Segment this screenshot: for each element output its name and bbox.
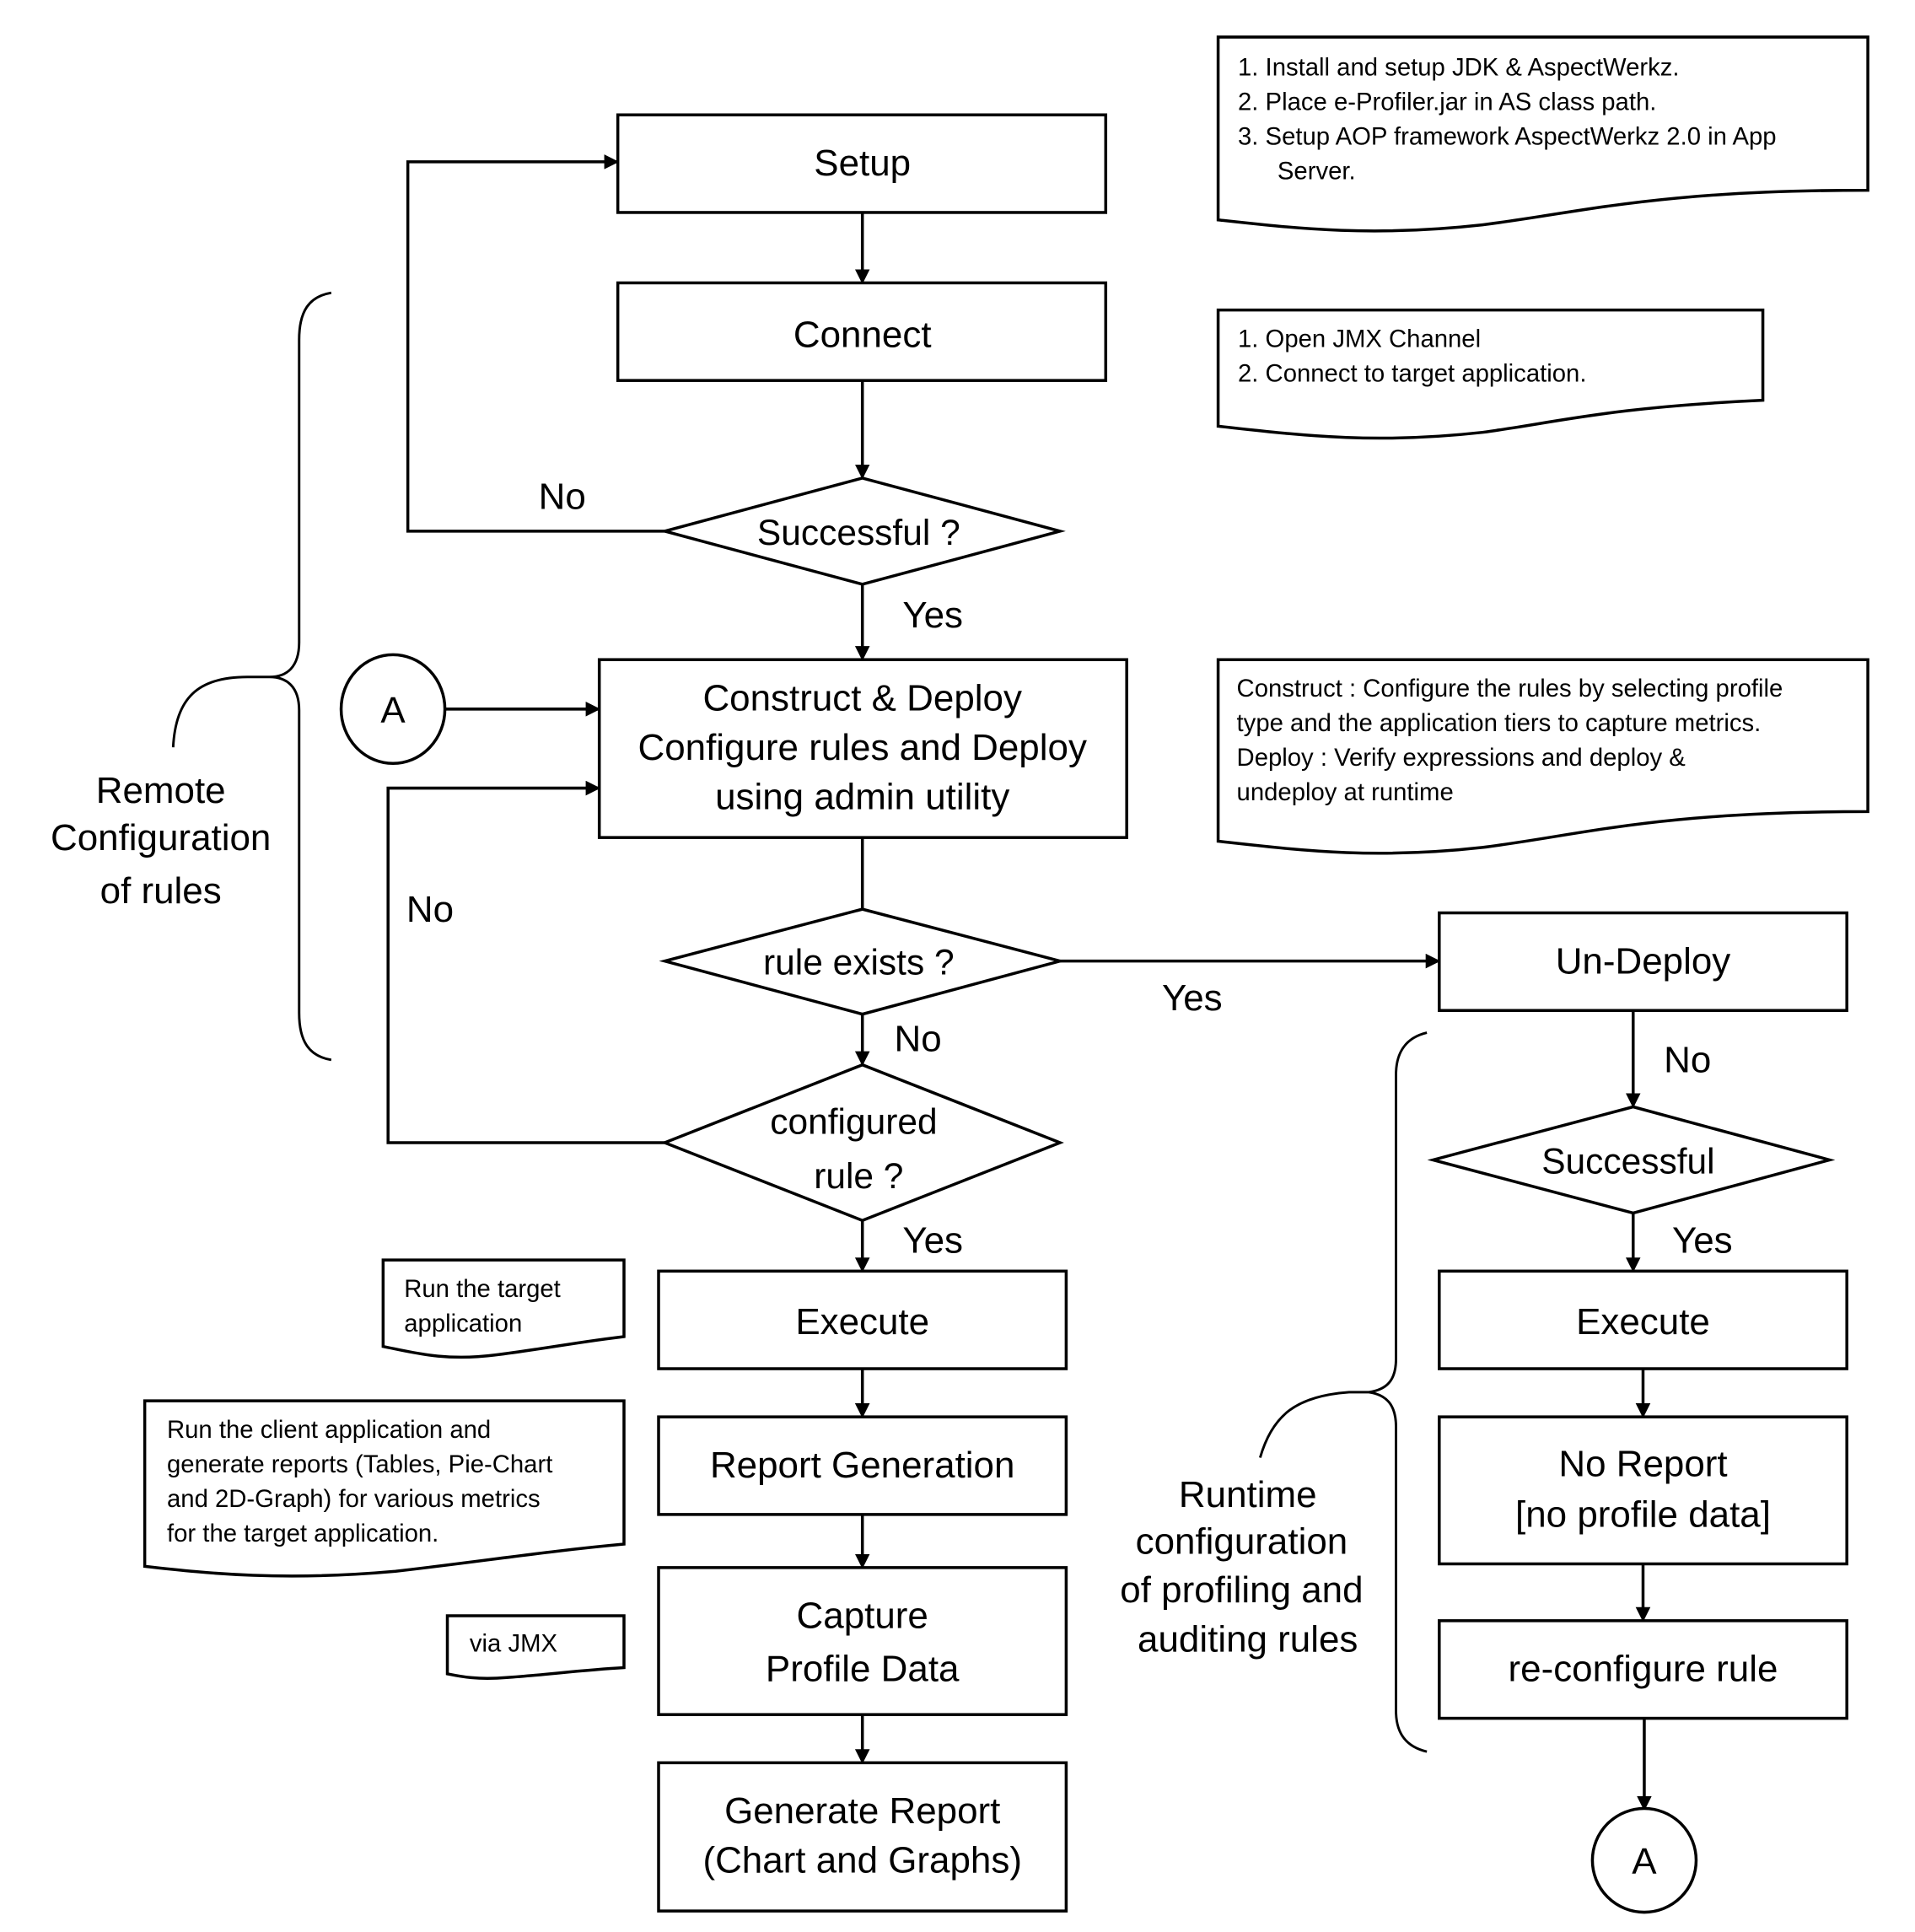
node-report-generation-label: Report Generation bbox=[710, 1445, 1014, 1486]
label-no-undeploy: No bbox=[1664, 1039, 1711, 1080]
annotation-remote-line-3: of rules bbox=[100, 870, 222, 912]
node-reconfigure-label: re-configure rule bbox=[1509, 1649, 1778, 1690]
flowchart-canvas: Setup Connect Successful ? Construct & D… bbox=[51, 35, 1869, 1914]
annotation-remote-line-2: Configuration bbox=[51, 817, 271, 858]
node-connect: Connect bbox=[616, 281, 1108, 382]
note-construct-line-4: undeploy at runtime bbox=[1237, 778, 1454, 806]
label-yes-rule-exists: Yes bbox=[1162, 977, 1223, 1019]
node-reconfigure-rule: re-configure rule bbox=[1438, 1619, 1848, 1720]
node-capture-profile: Capture Profile Data bbox=[657, 1566, 1068, 1716]
note-report: Run the client application and generate … bbox=[143, 1399, 626, 1578]
note-connect-line-2: 2. Connect to target application. bbox=[1238, 360, 1586, 388]
node-connect-label: Connect bbox=[793, 315, 932, 356]
decision-configured-line-2: rule ? bbox=[814, 1157, 903, 1197]
note-connect-line-1: 1. Open JMX Channel bbox=[1238, 326, 1481, 353]
node-setup-label: Setup bbox=[814, 143, 911, 184]
decision-successful: Successful ? bbox=[659, 476, 1066, 586]
connector-a-right: A bbox=[1590, 1806, 1698, 1914]
node-undeploy: Un-Deploy bbox=[1438, 911, 1848, 1012]
note-construct-line-2: type and the application tiers to captur… bbox=[1237, 709, 1762, 737]
node-construct-line-2: Configure rules and Deploy bbox=[637, 727, 1086, 768]
node-no-report-line-2: [no profile data] bbox=[1515, 1494, 1771, 1536]
decision-configured-rule: configured rule ? bbox=[660, 1063, 1064, 1223]
brace-remote-config bbox=[171, 291, 332, 1062]
decision-successful-right: Successful bbox=[1427, 1105, 1836, 1215]
note-execute: Run the target application bbox=[381, 1258, 626, 1359]
note-capture: via JMX bbox=[445, 1614, 626, 1680]
node-report-generation: Report Generation bbox=[657, 1415, 1068, 1516]
node-capture-line-1: Capture bbox=[797, 1596, 928, 1637]
node-undeploy-label: Un-Deploy bbox=[1556, 940, 1731, 982]
decision-rule-exists-label: rule exists ? bbox=[763, 944, 955, 983]
annotation-runtime-line-1: Runtime bbox=[1179, 1474, 1317, 1515]
node-no-report-line-1: No Report bbox=[1558, 1443, 1727, 1484]
node-capture-line-2: Profile Data bbox=[766, 1649, 960, 1690]
label-yes-configured: Yes bbox=[902, 1219, 963, 1261]
note-report-line-3: and 2D-Graph) for various metrics bbox=[167, 1485, 541, 1513]
node-construct-line-3: using admin utility bbox=[715, 776, 1009, 817]
annotation-runtime-config: Runtime configuration of profiling and a… bbox=[1120, 1474, 1363, 1660]
node-construct-deploy: Construct & Deploy Configure rules and D… bbox=[597, 658, 1128, 839]
decision-configured-line-1: configured bbox=[770, 1103, 937, 1143]
node-generate-line-2: (Chart and Graphs) bbox=[702, 1840, 1022, 1881]
label-yes-successful-right: Yes bbox=[1672, 1219, 1733, 1261]
note-construct-line-3: Deploy : Verify expressions and deploy & bbox=[1237, 744, 1686, 772]
note-capture-line-1: via JMX bbox=[470, 1629, 557, 1657]
note-setup-line-2: 2. Place e-Profiler.jar in AS class path… bbox=[1238, 88, 1656, 116]
node-construct-line-1: Construct & Deploy bbox=[702, 677, 1022, 718]
node-generate-report: Generate Report (Chart and Graphs) bbox=[657, 1761, 1068, 1913]
annotation-remote-line-1: Remote bbox=[96, 770, 226, 811]
note-setup-line-4: Server. bbox=[1278, 157, 1356, 185]
label-no-configured: No bbox=[406, 889, 454, 930]
edge-configured-no-construct bbox=[386, 780, 665, 1144]
note-construct-line-1: Construct : Configure the rules by selec… bbox=[1237, 675, 1783, 702]
node-setup: Setup bbox=[616, 113, 1108, 214]
note-construct: Construct : Configure the rules by selec… bbox=[1216, 658, 1869, 855]
note-execute-line-1: Run the target bbox=[404, 1275, 561, 1303]
decision-successful-label: Successful ? bbox=[757, 514, 960, 553]
note-report-line-4: for the target application. bbox=[167, 1520, 438, 1547]
decision-rule-exists: rule exists ? bbox=[659, 907, 1066, 1016]
node-execute-right-label: Execute bbox=[1576, 1301, 1710, 1343]
node-no-report: No Report [no profile data] bbox=[1438, 1415, 1848, 1566]
label-no-setup: No bbox=[539, 476, 586, 518]
note-connect: 1. Open JMX Channel 2. Connect to target… bbox=[1216, 308, 1765, 440]
label-yes-successful: Yes bbox=[902, 595, 963, 636]
annotation-remote-config: Remote Configuration of rules bbox=[51, 770, 271, 912]
node-generate-line-1: Generate Report bbox=[724, 1790, 1000, 1832]
node-execute-label: Execute bbox=[795, 1301, 929, 1343]
decision-successful-right-label: Successful bbox=[1541, 1143, 1714, 1182]
node-execute-right: Execute bbox=[1438, 1269, 1848, 1370]
note-setup: 1. Install and setup JDK & AspectWerkz. … bbox=[1216, 35, 1869, 233]
node-execute: Execute bbox=[657, 1269, 1068, 1370]
label-no-rule-exists: No bbox=[895, 1019, 942, 1060]
connector-a-left-label: A bbox=[380, 690, 406, 731]
connector-a-left: A bbox=[339, 653, 447, 766]
note-setup-line-3: 3. Setup AOP framework AspectWerkz 2.0 i… bbox=[1238, 122, 1777, 150]
note-execute-line-2: application bbox=[404, 1310, 522, 1337]
annotation-runtime-line-2: configuration bbox=[1136, 1521, 1348, 1563]
annotation-runtime-line-3: of profiling and bbox=[1120, 1569, 1363, 1611]
note-report-line-1: Run the client application and bbox=[167, 1416, 491, 1444]
annotation-runtime-line-4: auditing rules bbox=[1138, 1618, 1358, 1660]
note-setup-line-1: 1. Install and setup JDK & AspectWerkz. bbox=[1238, 53, 1680, 81]
note-report-line-2: generate reports (Tables, Pie-Chart bbox=[167, 1450, 552, 1478]
connector-a-right-label: A bbox=[1632, 1841, 1657, 1882]
